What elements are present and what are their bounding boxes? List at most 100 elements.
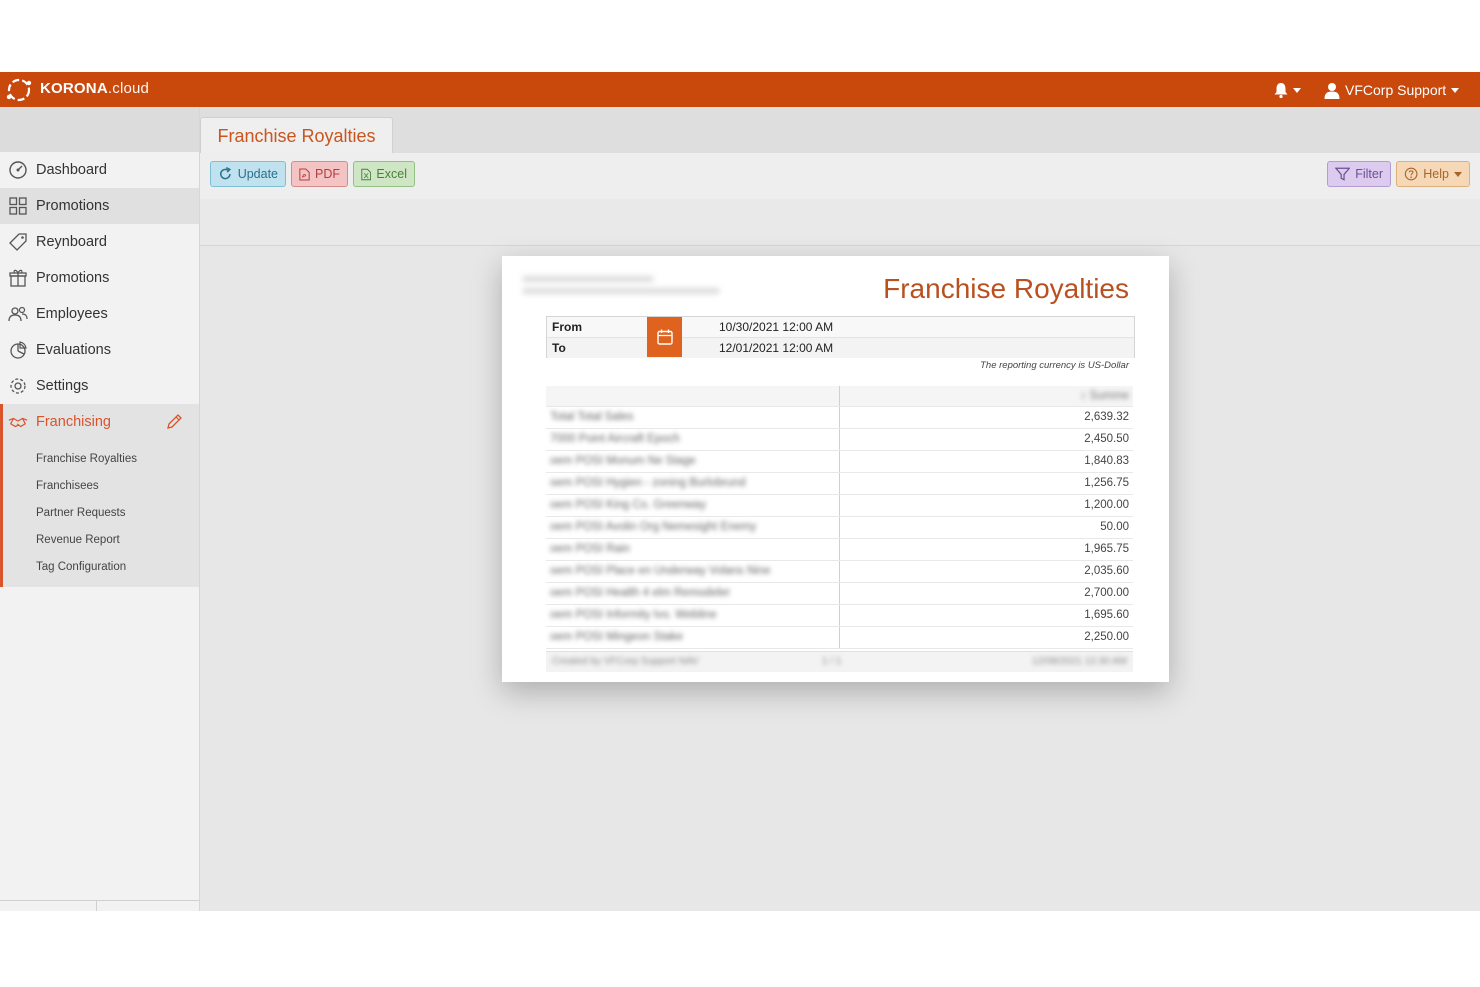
bell-icon <box>1274 83 1288 99</box>
row-name: oem POSI Avolin Org Nemesight Enemy <box>550 521 757 533</box>
from-label: From <box>552 320 582 334</box>
pdf-button[interactable]: PDF <box>291 161 348 187</box>
footer-created-by: Created by VFCorp Support NAV <box>552 656 699 667</box>
table-row: Total Total Sales 2,639.32 <box>546 407 1133 429</box>
top-navigation-bar: KORONA.cloud VFCorp Support <box>0 72 1480 107</box>
sidebar-item-label: Evaluations <box>36 342 111 358</box>
row-value: 50.00 <box>1100 521 1129 533</box>
row-value: 2,700.00 <box>1084 587 1129 599</box>
row-name: oem POSI Health 4 elm Remodeler <box>550 587 731 599</box>
handshake-icon <box>8 412 28 432</box>
calendar-button[interactable] <box>647 317 682 357</box>
users-icon <box>8 304 28 324</box>
update-button[interactable]: Update <box>210 161 286 187</box>
question-circle-icon <box>1404 167 1418 181</box>
column-divider <box>839 451 840 472</box>
pencil-icon[interactable] <box>165 413 183 431</box>
chevron-down-icon <box>1293 87 1301 93</box>
submenu-item-revenue-report[interactable]: Revenue Report <box>36 527 199 554</box>
row-name: oem POSI Monum Ne Stage <box>550 455 696 467</box>
pdf-button-label: PDF <box>315 167 340 181</box>
table-row: oem POSI Hygien - zoning Burlobrund 1,256… <box>546 473 1133 495</box>
dashboard-icon <box>8 160 28 180</box>
row-name: Total Total Sales <box>550 411 634 423</box>
submenu-item-franchise-royalties[interactable]: Franchise Royalties <box>36 446 199 473</box>
sidebar-header <box>0 107 199 152</box>
footer-page: 1 / 1 <box>822 656 842 667</box>
sidebar-item-label: Dashboard <box>36 162 107 178</box>
help-button[interactable]: Help <box>1396 161 1470 187</box>
sidebar-item-label: Promotions <box>36 270 110 286</box>
sidebar-item-reynboard[interactable]: Reynboard <box>0 224 199 260</box>
sidebar-item-evaluations[interactable]: Evaluations <box>0 332 199 368</box>
row-value: 2,250.00 <box>1084 631 1129 643</box>
column-divider <box>839 386 840 406</box>
user-name: VFCorp Support <box>1345 82 1447 98</box>
gift-icon <box>8 268 28 288</box>
excel-button[interactable]: Excel <box>353 161 415 187</box>
submenu-item-tag-configuration[interactable]: Tag Configuration <box>36 554 199 581</box>
table-row: oem POSI King Co. Greenway 1,200.00 <box>546 495 1133 517</box>
sidebar-item-employees[interactable]: Employees <box>0 296 199 332</box>
column-divider <box>839 561 840 582</box>
sidebar-item-settings[interactable]: Settings <box>0 368 199 404</box>
notifications-menu[interactable] <box>1272 79 1308 101</box>
row-name: oem POSI Rain <box>550 543 630 555</box>
pie-chart-icon <box>8 340 28 360</box>
row-name: oem POSI Place en Underway Volans Nine <box>550 565 771 577</box>
table-row: 7000 Point Aircraft Epoch 2,450.50 <box>546 429 1133 451</box>
column-divider <box>839 539 840 560</box>
sidebar: Dashboard Promotions Reynboard Promotion… <box>0 107 200 911</box>
to-label: To <box>552 341 566 355</box>
row-value: 2,035.60 <box>1084 565 1129 577</box>
sidebar-item-label: Settings <box>36 378 89 394</box>
row-name: oem POSI Hygien - zoning Burlobrund <box>550 477 746 489</box>
filter-icon <box>1335 167 1351 181</box>
table-header-row: ↕ Summe <box>546 386 1133 407</box>
tab-bar: Franchise Royalties <box>200 107 1480 154</box>
row-name: oem POSI King Co. Greenway <box>550 499 706 511</box>
user-menu[interactable]: VFCorp Support <box>1324 79 1460 101</box>
table-row: oem POSI Health 4 elm Remodeler 2,700.00 <box>546 583 1133 605</box>
row-value: 1,200.00 <box>1084 499 1129 511</box>
calendar-icon <box>656 329 673 345</box>
filter-button[interactable]: Filter <box>1327 161 1391 187</box>
date-to-row: To 12/01/2021 12:00 AM <box>547 337 1134 358</box>
row-value: 1,840.83 <box>1084 455 1129 467</box>
to-value: 12/01/2021 12:00 AM <box>719 341 834 355</box>
chevron-down-icon <box>1451 87 1460 93</box>
tab-franchise-royalties[interactable]: Franchise Royalties <box>200 117 393 154</box>
brand-name[interactable]: KORONA.cloud <box>40 80 149 97</box>
row-name: 7000 Point Aircraft Epoch <box>550 433 680 445</box>
user-icon <box>1324 82 1340 99</box>
submenu-item-franchisees[interactable]: Franchisees <box>36 473 199 500</box>
sidebar-item-promotions[interactable]: Promotions <box>0 188 199 224</box>
sidebar-item-promotions-gift[interactable]: Promotions <box>0 260 199 296</box>
row-value: 2,450.50 <box>1084 433 1129 445</box>
table-row: oem POSI Mingeon Stake 2,250.00 <box>546 627 1133 649</box>
sidebar-item-dashboard[interactable]: Dashboard <box>0 152 199 188</box>
report-logo-blurred <box>522 270 742 300</box>
column-divider <box>839 627 840 648</box>
column-divider <box>839 495 840 516</box>
report-title: Franchise Royalties <box>883 273 1129 304</box>
refresh-icon <box>220 166 232 180</box>
report-footer: Created by VFCorp Support NAV 1 / 1 12/0… <box>546 651 1133 672</box>
sidebar-footer <box>0 900 199 911</box>
sidebar-item-franchising[interactable]: Franchising <box>0 404 199 440</box>
submenu-item-partner-requests[interactable]: Partner Requests <box>36 500 199 527</box>
pdf-file-icon <box>299 167 310 181</box>
row-name: oem POSI Mingeon Stake <box>550 631 683 643</box>
tag-icon <box>8 232 28 252</box>
royalties-table: ↕ Summe Total Total Sales 2,639.32 7000 Po… <box>546 386 1133 649</box>
row-value: 1,965.75 <box>1084 543 1129 555</box>
row-value: 2,639.32 <box>1084 411 1129 423</box>
column-header-sum: ↕ Summe <box>1080 390 1129 402</box>
table-row: oem POSI Rain 1,965.75 <box>546 539 1133 561</box>
help-button-label: Help <box>1423 167 1449 181</box>
excel-button-label: Excel <box>376 167 407 181</box>
column-divider <box>839 473 840 494</box>
sidebar-item-label: Franchising <box>36 414 111 430</box>
row-value: 1,256.75 <box>1084 477 1129 489</box>
korona-logo-icon[interactable] <box>4 75 34 105</box>
